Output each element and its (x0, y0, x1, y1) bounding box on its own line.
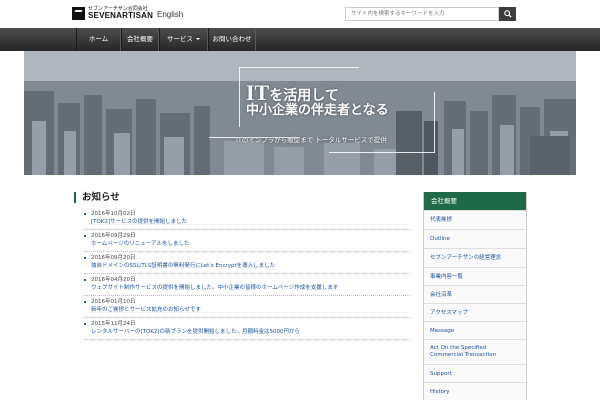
news-link[interactable]: [TOK2]サービスの提供を開始しました (91, 218, 410, 226)
search-input[interactable] (345, 7, 499, 21)
news-date: 2016年10月02日 (91, 211, 136, 217)
news-list: 2016年10月02日 [TOK2]サービスの提供を開始しました 2016年09… (84, 208, 410, 340)
sidebar-item-commercial-act[interactable]: Act On the Specified Commercial Transact… (424, 339, 526, 364)
news-date: 2016年09月29日 (91, 233, 136, 239)
site-logo[interactable]: セブンアーチザン合同会社 SEVENARTISAN (72, 7, 153, 20)
sidebar-item-message[interactable]: Message (424, 321, 526, 339)
news-heading: お知らせ (74, 192, 120, 203)
sidebar-item-support[interactable]: Support (424, 364, 526, 382)
news-link[interactable]: ウェブサイト制作サービスの提供を開始しました。中小企業の皆様のホームページ作成を… (91, 284, 410, 292)
hero-title-it: IT (246, 80, 270, 105)
news-date: 2016年09月20日 (91, 255, 136, 261)
news-item: 2016年01月10日 新年のご挨拶とサービス拡充のお知らせです (84, 296, 410, 318)
nav-item-company[interactable]: 会社概要 (121, 28, 159, 51)
news-date: 2015年11月24日 (91, 321, 136, 327)
sidebar-item-outline[interactable]: Outline (424, 229, 526, 248)
hero-subtitle: ITのインフラから販促まで トータルサービスで提供 (236, 136, 387, 144)
news-item: 2016年04月20日 ウェブサイト制作サービスの提供を開始しました。中小企業の… (84, 274, 410, 296)
sidebar-item-history-jp[interactable]: 会社沿革 (424, 285, 526, 303)
hero-title-line2: 中小企業の伴走者となる (246, 103, 389, 119)
top-bar: セブンアーチザン合同会社 SEVENARTISAN English (0, 0, 600, 28)
news-item: 2016年09月20日 独自ドメインのSSL/TLS証明書の無料発行にLet's… (84, 252, 410, 274)
search-icon (503, 10, 512, 18)
news-date: 2016年04月20日 (91, 277, 136, 283)
nav-item-contact[interactable]: お問い合わせ (208, 28, 256, 51)
search-button[interactable] (499, 7, 516, 21)
nav-item-home[interactable]: ホーム (76, 28, 121, 51)
logo-text: セブンアーチザン合同会社 SEVENARTISAN (88, 7, 153, 20)
news-link[interactable]: 独自ドメインのSSL/TLS証明書の無料発行にLet's Encryptを導入し… (91, 262, 410, 270)
sidebar-item-history[interactable]: History (424, 382, 526, 400)
sidebar-header: 会社概要 (424, 192, 526, 210)
news-link[interactable]: 新年のご挨拶とサービス拡充のお知らせです (91, 306, 410, 314)
logo-mark-icon (72, 7, 85, 20)
news-link[interactable]: レンタルサーバーの[TOK2]の新プランを提供開始しました。月額料金は5000円… (91, 328, 410, 336)
news-item: 2016年10月02日 [TOK2]サービスの提供を開始しました (84, 208, 410, 230)
sidebar-item-greeting[interactable]: 代表挨拶 (424, 210, 526, 229)
nav-item-services[interactable]: サービス (159, 28, 208, 51)
sidebar-item-philosophy[interactable]: セブンアーチザンの経営理念 (424, 248, 526, 267)
nav-item-services-label: サービス (167, 35, 193, 43)
news-item: 2015年11月24日 レンタルサーバーの[TOK2]の新プランを提供開始しまし… (84, 318, 410, 340)
news-link[interactable]: ホームページのリニューアルをしました (91, 240, 410, 248)
logo-company-en: SEVENARTISAN (88, 11, 154, 20)
sidebar-item-business[interactable]: 事業内容一覧 (424, 267, 526, 285)
hero-title-line1: を活用して (269, 88, 339, 104)
caret-down-icon (196, 38, 200, 40)
news-item: 2016年09月29日 ホームページのリニューアルをしました (84, 230, 410, 252)
hero-title: ITを活用して 中小企業の伴走者となる (246, 81, 406, 118)
sidebar: 会社概要 代表挨拶 Outline セブンアーチザンの経営理念 事業内容一覧 会… (423, 192, 527, 400)
main-nav: ホーム 会社概要 サービス お問い合わせ (0, 28, 600, 51)
english-link[interactable]: English (157, 10, 183, 19)
sidebar-item-access[interactable]: アクセスマップ (424, 303, 526, 321)
news-date: 2016年01月10日 (91, 299, 136, 305)
hero-banner: ITを活用して 中小企業の伴走者となる ITのインフラから販促まで トータルサー… (24, 51, 576, 175)
